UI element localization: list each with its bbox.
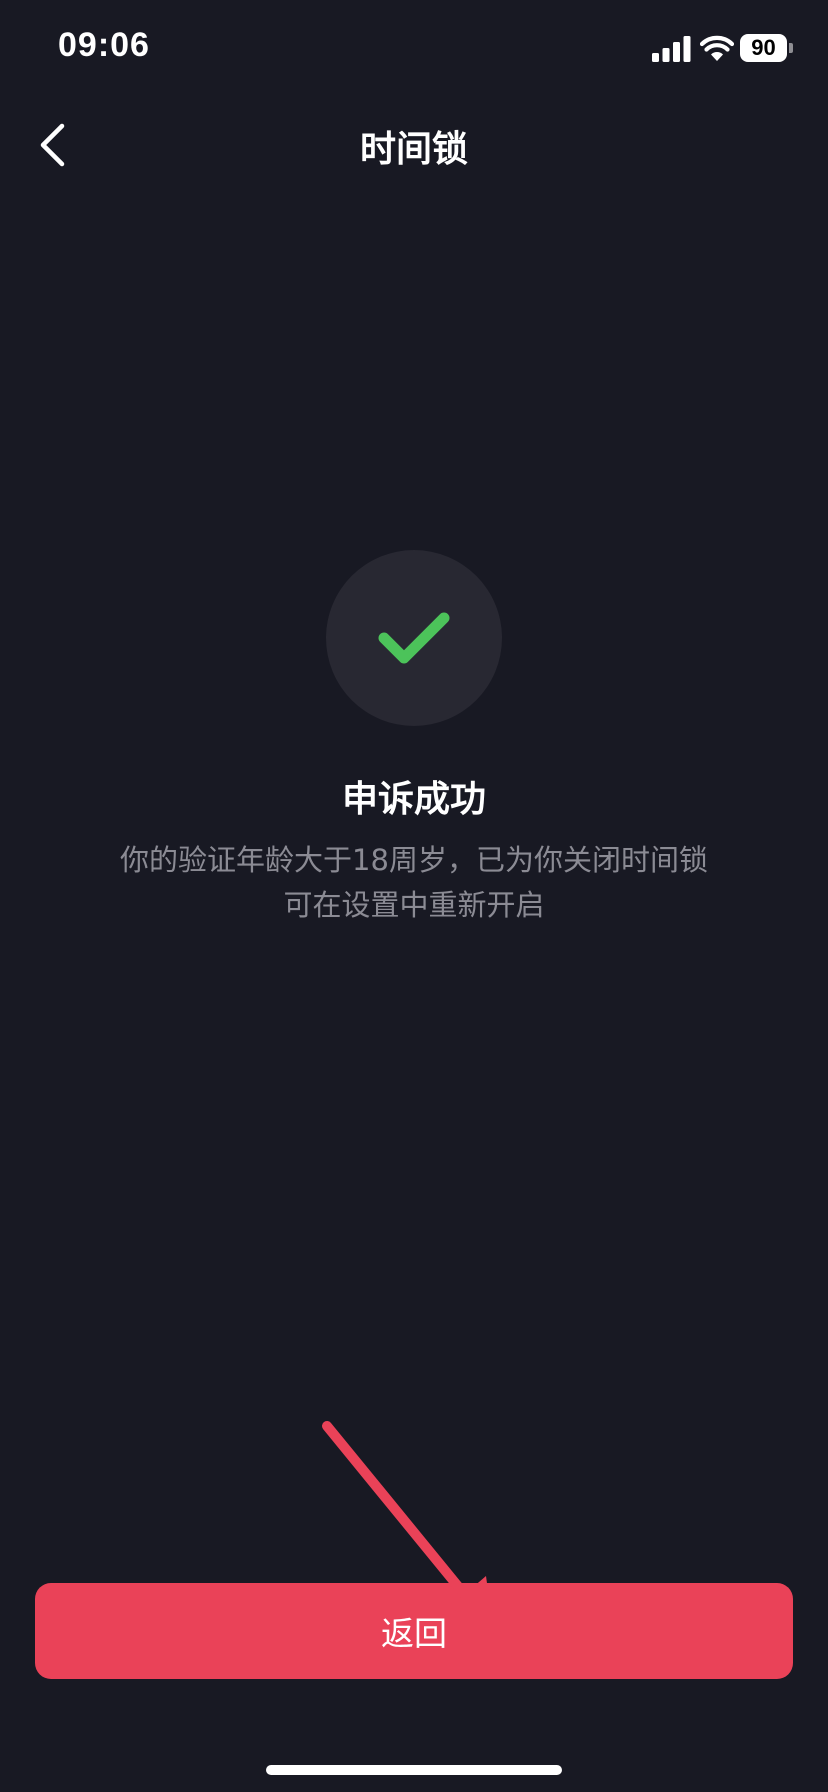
battery-icon: 90: [740, 34, 793, 62]
result-description-line2: 可在设置中重新开启: [283, 888, 545, 922]
nav-bar: 时间锁: [0, 100, 828, 190]
signal-icon: [652, 36, 691, 62]
result-description-line1: 你的验证年龄大于18周岁，已为你关闭时间锁: [120, 843, 708, 877]
result-title: 申诉成功: [341, 779, 486, 820]
checkmark-icon: [378, 612, 450, 664]
success-badge: [326, 550, 502, 726]
battery-tip: [789, 43, 793, 53]
status-bar: 09:06 90: [0, 0, 828, 100]
return-button[interactable]: 返回: [35, 1583, 793, 1679]
app-screen: 09:06 90 时间锁 申诉成功 你的验证年龄大于18周岁，已为你关闭时间锁 …: [0, 0, 828, 1792]
status-time: 09:06: [58, 26, 150, 64]
page-title: 时间锁: [359, 129, 468, 170]
wifi-icon: [700, 35, 734, 61]
result-description: 你的验证年龄大于18周岁，已为你关闭时间锁 可在设置中重新开启: [60, 838, 768, 928]
home-indicator: [266, 1765, 562, 1775]
battery-level: 90: [740, 34, 787, 62]
